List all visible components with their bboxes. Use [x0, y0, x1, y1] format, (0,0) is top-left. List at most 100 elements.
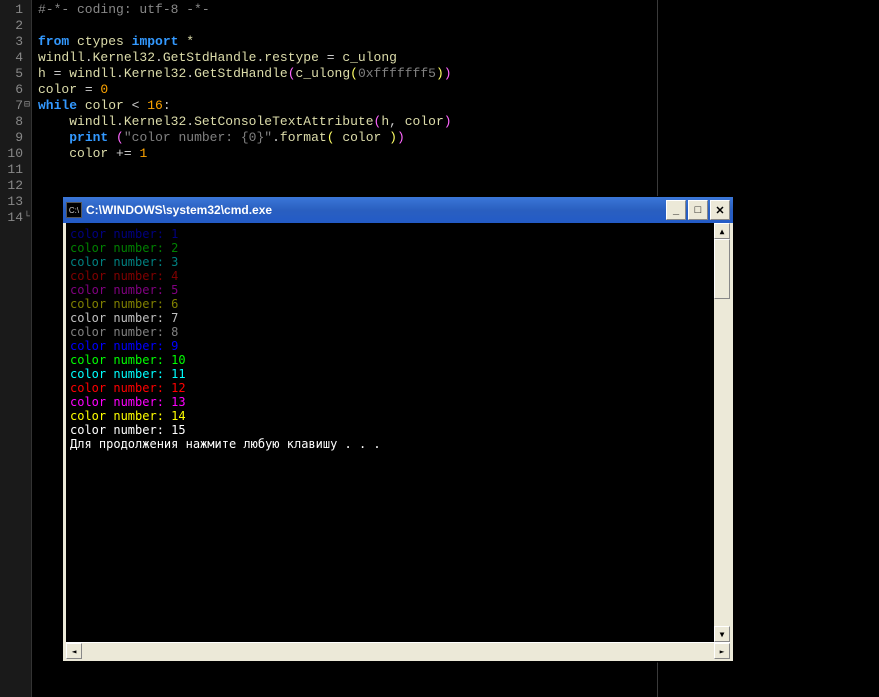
code-token: 0 — [100, 82, 108, 97]
code-token: ( — [350, 66, 358, 81]
code-token: = — [77, 82, 100, 97]
code-line[interactable]: h = windll.Kernel32.GetStdHandle(c_ulong… — [38, 66, 873, 82]
cmd-window: C:\ C:\WINDOWS\system32\cmd.exe _ □ ✕ co… — [62, 196, 734, 662]
console-line: color number: 12 — [70, 381, 726, 395]
console-content: color number: 1color number: 2color numb… — [70, 227, 726, 451]
fold-marker-icon[interactable]: ⊟ — [24, 98, 30, 114]
code-token: from — [38, 34, 69, 49]
console-line: color number: 15 — [70, 423, 726, 437]
line-number: 7 — [2, 98, 23, 114]
code-token: #-*- coding: utf-8 -*- — [38, 2, 210, 17]
console-line: color number: 11 — [70, 367, 726, 381]
code-token: += — [108, 146, 139, 161]
code-line[interactable] — [38, 178, 873, 194]
code-token: = — [46, 66, 69, 81]
code-token: "color number: {0}" — [124, 130, 272, 145]
code-token: ctypes — [77, 34, 124, 49]
console-line: color number: 3 — [70, 255, 726, 269]
scroll-up-button[interactable]: ▲ — [714, 223, 730, 239]
titlebar[interactable]: C:\ C:\WINDOWS\system32\cmd.exe _ □ ✕ — [63, 197, 733, 223]
window-title: C:\WINDOWS\system32\cmd.exe — [86, 203, 666, 217]
line-number: 13 — [2, 194, 23, 210]
code-line[interactable] — [38, 162, 873, 178]
code-token: restype — [264, 50, 319, 65]
code-line[interactable]: from ctypes import * — [38, 34, 873, 50]
scroll-track-vertical[interactable] — [714, 239, 730, 626]
code-token: ) — [444, 66, 452, 81]
scroll-right-button[interactable]: ► — [714, 643, 730, 659]
code-line[interactable]: color += 1 — [38, 146, 873, 162]
code-token — [69, 34, 77, 49]
code-token: Kernel32 — [124, 114, 186, 129]
line-number: 4 — [2, 50, 23, 66]
code-token: = — [319, 50, 342, 65]
console-line: color number: 2 — [70, 241, 726, 255]
console-line: color number: 8 — [70, 325, 726, 339]
code-token: 16 — [147, 98, 163, 113]
cmd-app-icon: C:\ — [66, 202, 82, 218]
scroll-down-button[interactable]: ▼ — [714, 626, 730, 642]
line-number: 3 — [2, 34, 23, 50]
code-token: windll — [38, 50, 85, 65]
code-token: 0xfffffff5 — [358, 66, 436, 81]
scroll-track-horizontal[interactable] — [82, 643, 714, 658]
code-token: . — [116, 66, 124, 81]
code-token: color — [69, 146, 108, 161]
code-token: . — [85, 50, 93, 65]
scroll-thumb-vertical[interactable] — [714, 239, 730, 299]
code-token: h — [38, 66, 46, 81]
code-line[interactable]: windll.Kernel32.SetConsoleTextAttribute(… — [38, 114, 873, 130]
console-line: color number: 10 — [70, 353, 726, 367]
code-token: Kernel32 — [124, 66, 186, 81]
console-line: color number: 1 — [70, 227, 726, 241]
code-token — [124, 34, 132, 49]
code-line[interactable]: color = 0 — [38, 82, 873, 98]
line-number: 8 — [2, 114, 23, 130]
window-controls: _ □ ✕ — [666, 200, 730, 220]
code-token: GetStdHandle — [194, 66, 288, 81]
code-token: c_ulong — [296, 66, 351, 81]
close-button[interactable]: ✕ — [710, 200, 730, 220]
line-number: 5 — [2, 66, 23, 82]
scroll-left-button[interactable]: ◄ — [66, 643, 82, 659]
code-line[interactable]: windll.Kernel32.GetStdHandle.restype = c… — [38, 50, 873, 66]
code-token: . — [186, 66, 194, 81]
code-token: color — [38, 82, 77, 97]
code-token: windll — [69, 66, 116, 81]
console-line: color number: 13 — [70, 395, 726, 409]
code-line[interactable]: ⊟while color < 16: — [38, 98, 873, 114]
code-token: ) — [444, 114, 452, 129]
code-token: while — [38, 98, 77, 113]
code-token: : — [163, 98, 171, 113]
code-token: SetConsoleTextAttribute — [194, 114, 373, 129]
code-token: , — [389, 114, 405, 129]
vertical-scrollbar[interactable]: ▲ ▼ — [714, 223, 730, 642]
line-number: 11 — [2, 162, 23, 178]
maximize-button[interactable]: □ — [688, 200, 708, 220]
code-token: color — [77, 98, 132, 113]
code-token: ( — [288, 66, 296, 81]
code-token: print — [69, 130, 108, 145]
code-token: ) — [397, 130, 405, 145]
horizontal-scrollbar[interactable]: ◄ ► — [66, 642, 730, 658]
line-number: 9 — [2, 130, 23, 146]
code-line[interactable]: print ("color number: {0}".format( color… — [38, 130, 873, 146]
code-token: . — [155, 50, 163, 65]
code-token: ( — [327, 130, 335, 145]
cmd-body: color number: 1color number: 2color numb… — [66, 223, 730, 658]
code-token: windll — [69, 114, 116, 129]
code-token: . — [186, 114, 194, 129]
code-token: h — [381, 114, 389, 129]
fold-marker-icon[interactable]: └ — [24, 210, 30, 226]
console-line: color number: 7 — [70, 311, 726, 325]
line-number: 6 — [2, 82, 23, 98]
minimize-button[interactable]: _ — [666, 200, 686, 220]
code-token: . — [116, 114, 124, 129]
code-line[interactable] — [38, 18, 873, 34]
line-number: 12 — [2, 178, 23, 194]
code-token: 1 — [139, 146, 147, 161]
line-number: 10 — [2, 146, 23, 162]
code-line[interactable]: #-*- coding: utf-8 -*- — [38, 2, 873, 18]
code-token: color — [335, 130, 390, 145]
console-output[interactable]: color number: 1color number: 2color numb… — [66, 223, 730, 642]
